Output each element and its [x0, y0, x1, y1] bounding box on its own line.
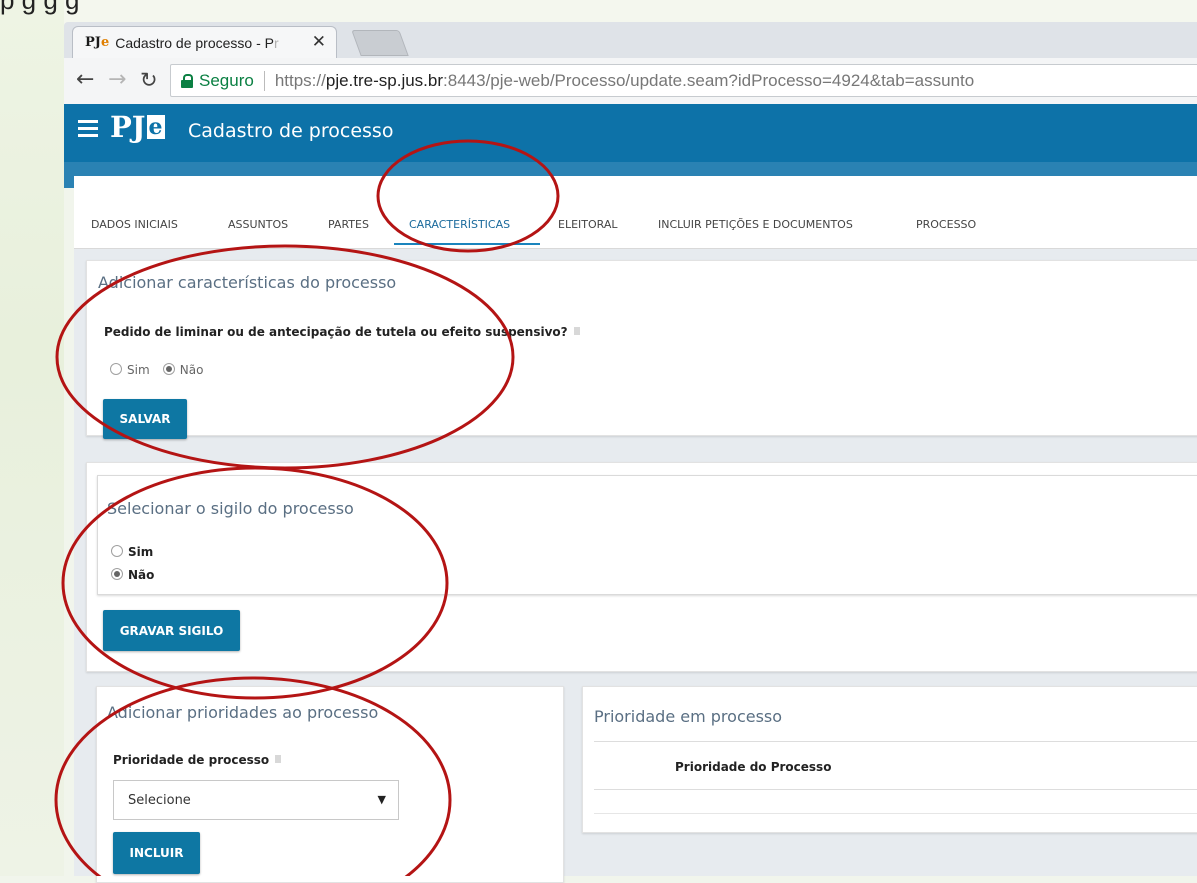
browser-window: PJe Cadastro de processo - Pr ✕ ← → ↻ Se… [64, 22, 1197, 883]
back-arrow-icon[interactable]: ← [76, 67, 94, 92]
caracteristicas-panel: Adicionar características do processo Pe… [86, 260, 1197, 439]
prioridade-em-processo-panel: Prioridade em processo Prioridade do Pro… [582, 686, 1197, 833]
hamburger-menu-icon[interactable] [78, 120, 98, 138]
address-separator [263, 70, 265, 91]
liminar-question: Pedido de liminar ou de antecipação de t… [104, 325, 580, 339]
liminar-radio-nao[interactable] [162, 363, 175, 375]
liminar-radio-sim[interactable] [110, 363, 122, 375]
table-top-border [594, 741, 1197, 742]
sigilo-nao-label: Não [128, 568, 155, 582]
prioridade-select[interactable]: Selecione ▼ [113, 780, 399, 820]
sigilo-title: Selecionar o sigilo do processo [107, 499, 354, 518]
new-tab-button[interactable] [351, 30, 409, 56]
background-left [0, 0, 64, 876]
prioridades-title: Adicionar prioridades ao processo [107, 703, 379, 722]
liminar-sim-label: Sim [127, 363, 150, 377]
tab-processo[interactable]: PROCESSO [916, 218, 976, 231]
forward-arrow-icon[interactable]: → [108, 67, 126, 92]
active-tab-indicator [394, 243, 540, 245]
app-header: PJ e Cadastro de processo [64, 104, 1197, 162]
prioridade-column-header: Prioridade do Processo [675, 760, 832, 774]
prioridade-select-value: Selecione [128, 792, 191, 808]
liminar-nao-label: Não [179, 363, 204, 377]
lock-icon [181, 74, 193, 88]
gravar-sigilo-button[interactable]: GRAVAR SIGILO [103, 610, 240, 651]
table-bottom-border [594, 813, 1197, 814]
help-icon[interactable] [573, 327, 580, 335]
prioridade-em-processo-title: Prioridade em processo [594, 707, 783, 726]
tab-caracteristicas[interactable]: CARACTERÍSTICAS [409, 218, 510, 231]
sigilo-option-nao: Não [111, 564, 154, 583]
browser-tab[interactable]: PJe Cadastro de processo - Pr ✕ [72, 26, 337, 58]
sigilo-panel: Selecionar o sigilo do processo Sim Não … [86, 462, 1197, 672]
pje-logo: PJ e [110, 110, 165, 144]
dropdown-caret-icon: ▼ [377, 793, 386, 806]
tab-dados-iniciais[interactable]: DADOS INICIAIS [91, 218, 178, 231]
caracteristicas-title: Adicionar características do processo [98, 273, 397, 292]
url-text[interactable]: https://pje.tre-sp.jus.br:8443/pje-web/P… [275, 71, 974, 91]
document-caption: p g g g [0, 0, 80, 15]
liminar-radio-group: Sim Não [110, 359, 203, 378]
sigilo-sim-label: Sim [128, 545, 154, 559]
tab-eleitoral[interactable]: ELEITORAL [558, 218, 618, 231]
prioridades-panel: Adicionar prioridades ao processo Priori… [96, 686, 564, 883]
reload-icon[interactable]: ↻ [140, 68, 158, 92]
browser-toolbar: ← → ↻ Seguro https://pje.tre-sp.jus.br:8… [64, 58, 1197, 105]
sigilo-radio-sim[interactable] [111, 545, 123, 557]
sigilo-radio-nao[interactable] [111, 568, 123, 580]
sigilo-inner-box [97, 475, 1197, 595]
process-tabs: DADOS INICIAIS ASSUNTOS PARTES CARACTERÍ… [74, 176, 1197, 249]
browser-tabstrip: PJe Cadastro de processo - Pr ✕ [64, 22, 1197, 58]
address-bar[interactable]: Seguro https://pje.tre-sp.jus.br:8443/pj… [170, 64, 1197, 97]
help-icon[interactable] [275, 755, 282, 763]
tab-assuntos[interactable]: ASSUNTOS [228, 218, 288, 231]
salvar-button[interactable]: SALVAR [103, 399, 187, 439]
incluir-button[interactable]: INCLUIR [113, 832, 200, 874]
tab-partes[interactable]: PARTES [328, 218, 369, 231]
tab-close-icon[interactable]: ✕ [312, 32, 326, 52]
sigilo-option-sim: Sim [111, 541, 153, 560]
page-title: Cadastro de processo [188, 120, 394, 142]
tab-incluir-peticoes[interactable]: INCLUIR PETIÇÕES E DOCUMENTOS [658, 218, 853, 231]
browser-tab-title: Cadastro de processo - Pr [115, 34, 279, 51]
table-header-border [594, 789, 1197, 790]
prioridade-label: Prioridade de processo [113, 753, 282, 767]
secure-label: Seguro [199, 70, 254, 90]
pje-favicon-icon: PJe [85, 35, 110, 50]
